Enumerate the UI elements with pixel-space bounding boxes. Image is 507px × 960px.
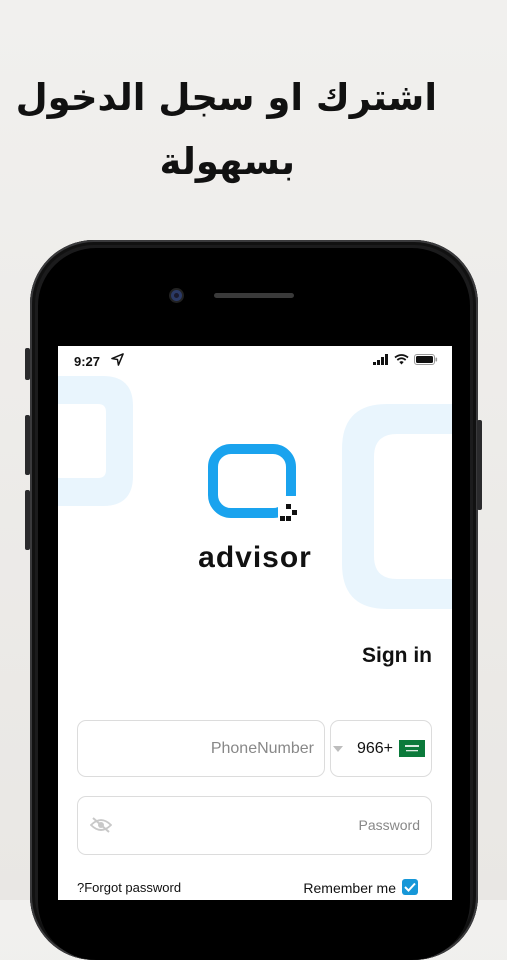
forgot-password-link[interactable]: ?Forgot password (77, 880, 181, 895)
remember-me-checkbox[interactable] (402, 879, 418, 895)
navigation-icon (111, 353, 124, 366)
check-icon (404, 882, 416, 892)
promo-headline: اشترك او سجل الدخول بسهولة (0, 66, 507, 194)
wifi-icon (394, 354, 409, 365)
promo-line-1: اشترك او سجل الدخول (15, 76, 437, 119)
signin-title: Sign in (362, 644, 432, 667)
volume-up-button (25, 415, 30, 475)
volume-down-button (25, 490, 30, 550)
status-time: 9:27 (74, 354, 101, 369)
eye-off-icon[interactable] (90, 816, 112, 834)
country-code: 966+ (356, 739, 393, 757)
front-camera (171, 290, 182, 301)
power-button (477, 420, 482, 510)
advisor-logo-icon (208, 444, 300, 522)
dropdown-icon (332, 745, 343, 752)
remember-me-label[interactable]: Remember me (303, 880, 396, 896)
brand-name: advisor (198, 541, 312, 574)
battery-icon (414, 354, 438, 365)
earpiece-speaker (214, 293, 294, 298)
promo-line-2: بسهولة (159, 140, 296, 183)
decor-shape-left (58, 376, 133, 506)
signal-icon (373, 354, 388, 365)
saudi-flag-icon (399, 740, 425, 757)
country-code-select[interactable]: 966+ (330, 720, 432, 777)
decor-shape-right (342, 404, 452, 609)
phone-number-input[interactable]: PhoneNumber (77, 720, 325, 777)
password-input[interactable]: Password (77, 796, 432, 855)
status-bar: 9:27 (58, 346, 452, 376)
mute-switch (25, 348, 30, 380)
password-placeholder: Password (358, 817, 420, 833)
app-screen: 9:27 advisor Sign in PhoneNumber 966+ Pa… (58, 346, 452, 900)
phone-number-placeholder: PhoneNumber (210, 740, 314, 757)
status-icons (373, 354, 438, 365)
